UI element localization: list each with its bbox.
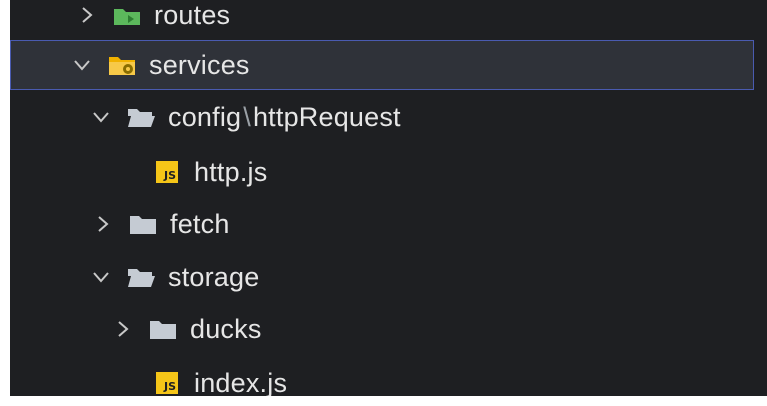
- folder-name-config: config: [168, 101, 242, 132]
- js-badge: JS: [156, 372, 178, 394]
- folder-icon: [128, 211, 158, 237]
- tree-item-label: ducks: [190, 313, 262, 344]
- tree-item-label: http.js: [194, 156, 268, 187]
- folder-open-icon: [126, 104, 156, 130]
- file-explorer-panel: routes services config\httpRequest JS ht…: [10, 0, 767, 396]
- folder-open-icon: [126, 264, 156, 290]
- chevron-right-icon[interactable]: [92, 213, 114, 235]
- chevron-down-icon[interactable]: [90, 266, 112, 288]
- js-file-icon: JS: [152, 370, 182, 396]
- chevron-down-icon[interactable]: [90, 106, 112, 128]
- folder-name-httprequest: httpRequest: [252, 101, 401, 132]
- tree-item-fetch[interactable]: fetch: [10, 199, 754, 249]
- tree-item-storage[interactable]: storage: [10, 252, 754, 302]
- js-badge: JS: [156, 161, 178, 183]
- tree-item-index-js[interactable]: JS index.js: [10, 358, 754, 396]
- tree-item-label: index.js: [194, 367, 288, 397]
- tree-item-label: config\httpRequest: [168, 102, 401, 133]
- js-file-icon: JS: [152, 159, 182, 185]
- tree-item-routes[interactable]: routes: [10, 0, 754, 40]
- tree-item-label: services: [149, 49, 250, 80]
- routes-folder-icon: [112, 2, 142, 28]
- tree-item-label: storage: [168, 261, 260, 292]
- folder-icon: [148, 316, 178, 342]
- tree-item-services[interactable]: services: [10, 40, 754, 90]
- tree-item-label: fetch: [170, 208, 230, 239]
- chevron-right-icon[interactable]: [112, 318, 134, 340]
- tree-item-http-js[interactable]: JS http.js: [10, 147, 754, 197]
- tree-item-config-httprequest[interactable]: config\httpRequest: [10, 92, 754, 142]
- path-separator: \: [243, 101, 251, 132]
- tree-item-label: routes: [154, 0, 231, 30]
- tree-item-ducks[interactable]: ducks: [10, 304, 754, 354]
- chevron-down-icon[interactable]: [71, 54, 93, 76]
- chevron-right-icon[interactable]: [76, 4, 98, 26]
- services-folder-icon: [107, 52, 137, 78]
